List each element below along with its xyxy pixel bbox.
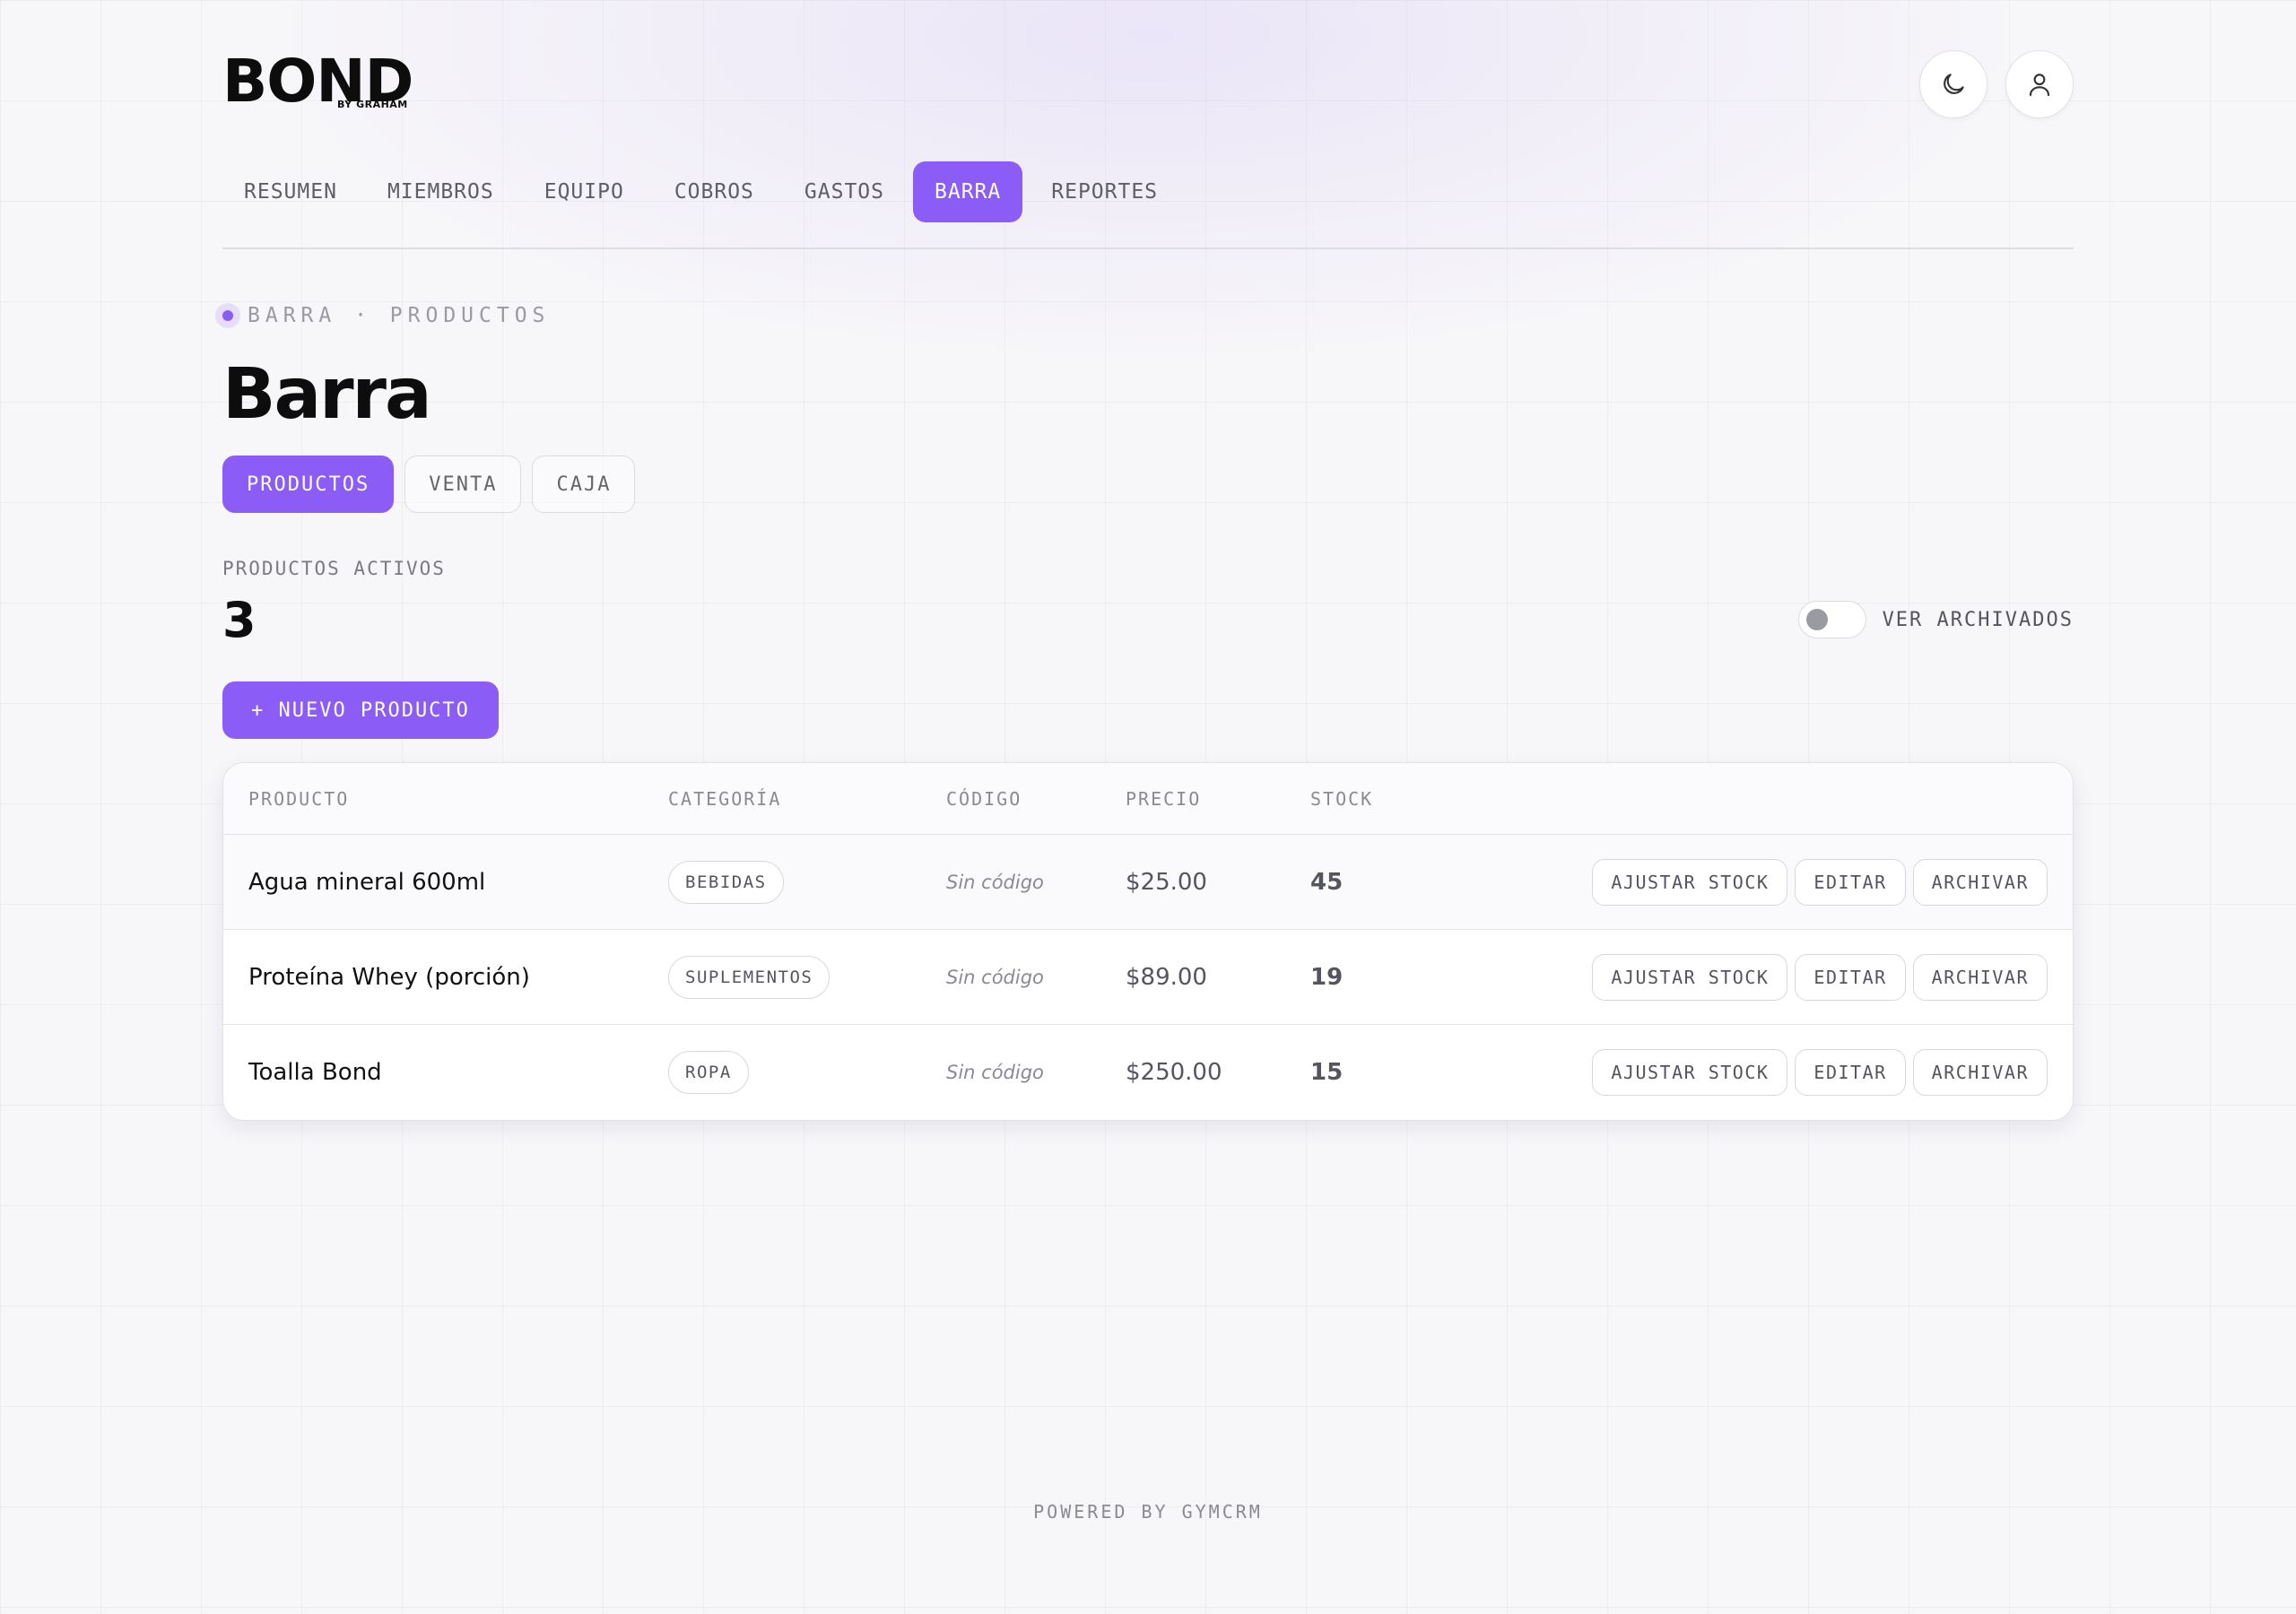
category-cell: SUPLEMENTOS <box>668 930 831 1025</box>
nav-item-cobros[interactable]: COBROS <box>653 161 776 222</box>
brand-sub: BY GRAHAM <box>337 99 408 110</box>
nav-divider <box>222 247 2074 249</box>
product-price: $250.00 <box>1126 1059 1222 1086</box>
product-code: Sin código <box>946 872 1044 893</box>
category-cell: BEBIDAS <box>668 835 784 930</box>
product-stock: 15 <box>1310 1059 1344 1086</box>
product-price: $89.00 <box>1126 964 1207 991</box>
theme-toggle-button[interactable] <box>1919 50 1987 118</box>
active-products-label: PRODUCTOS ACTIVOS <box>222 558 446 579</box>
products-table: PRODUCTO CATEGORÍA CÓDIGO PRECIO STOCK A… <box>222 762 2074 1121</box>
nav-item-resumen[interactable]: RESUMEN <box>222 161 359 222</box>
user-icon <box>2029 74 2050 97</box>
tab-productos[interactable]: PRODUCTOS <box>222 456 395 513</box>
nav-item-barra[interactable]: BARRA <box>913 161 1023 222</box>
row-actions: AJUSTAR STOCK EDITAR ARCHIVAR <box>1592 835 2048 930</box>
brand-logo[interactable]: BOND BY GRAHAM <box>222 50 420 115</box>
product-code: Sin código <box>946 967 1044 988</box>
column-header-product: PRODUCTO <box>248 788 350 810</box>
adjust-stock-button[interactable]: AJUSTAR STOCK <box>1592 859 1788 906</box>
nav-item-reportes[interactable]: REPORTES <box>1030 161 1179 222</box>
toggle-knob <box>1805 609 1828 630</box>
archived-toggle-label[interactable]: VER ARCHIVADOS <box>1883 609 2074 631</box>
product-price: $25.00 <box>1126 869 1207 896</box>
column-header-price: PRECIO <box>1126 788 1202 810</box>
archived-toggle[interactable] <box>1797 601 1866 638</box>
table-header: PRODUCTO CATEGORÍA CÓDIGO PRECIO STOCK <box>223 763 2073 835</box>
archived-toggle-group: VER ARCHIVADOS <box>1797 601 2074 638</box>
section-tabs: PRODUCTOS VENTA CAJA <box>222 456 636 513</box>
archive-button[interactable]: ARCHIVAR <box>1912 859 2048 906</box>
column-header-category: CATEGORÍA <box>668 788 782 810</box>
product-code: Sin código <box>946 1062 1044 1083</box>
nav-item-gastos[interactable]: GASTOS <box>783 161 906 222</box>
row-actions: AJUSTAR STOCK EDITAR ARCHIVAR <box>1592 930 2048 1025</box>
adjust-stock-button[interactable]: AJUSTAR STOCK <box>1592 1049 1788 1096</box>
new-product-button[interactable]: + NUEVO PRODUCTO <box>222 681 499 739</box>
breadcrumb: BARRA · PRODUCTOS <box>215 303 550 328</box>
row-actions: AJUSTAR STOCK EDITAR ARCHIVAR <box>1592 1025 2048 1120</box>
adjust-stock-button[interactable]: AJUSTAR STOCK <box>1592 954 1788 1001</box>
product-name: Agua mineral 600ml <box>248 869 486 896</box>
category-badge: BEBIDAS <box>668 861 784 904</box>
main-nav: RESUMEN MIEMBROS EQUIPO COBROS GASTOS BA… <box>222 161 1187 222</box>
category-badge: SUPLEMENTOS <box>668 956 831 999</box>
user-menu-button[interactable] <box>2005 50 2074 118</box>
table-row: Agua mineral 600ml BEBIDAS Sin código $2… <box>223 835 2073 930</box>
edit-button[interactable]: EDITAR <box>1795 859 1906 906</box>
category-cell: ROPA <box>668 1025 749 1120</box>
edit-button[interactable]: EDITAR <box>1795 954 1906 1001</box>
breadcrumb-text: BARRA · PRODUCTOS <box>248 304 551 327</box>
breadcrumb-dot-icon <box>215 303 240 328</box>
archive-button[interactable]: ARCHIVAR <box>1912 1049 2048 1096</box>
footer-powered-by: POWERED BY GYMCRM <box>1033 1501 1263 1523</box>
table-row: Toalla Bond ROPA Sin código $250.00 15 A… <box>223 1025 2073 1120</box>
product-stock: 45 <box>1310 869 1344 896</box>
active-products-count: 3 <box>222 592 257 648</box>
column-header-stock: STOCK <box>1310 788 1374 810</box>
product-name: Proteína Whey (porción) <box>248 964 530 991</box>
category-badge: ROPA <box>668 1051 749 1094</box>
product-stock: 19 <box>1310 964 1344 991</box>
archive-button[interactable]: ARCHIVAR <box>1912 954 2048 1001</box>
edit-button[interactable]: EDITAR <box>1795 1049 1906 1096</box>
column-header-code: CÓDIGO <box>946 788 1022 810</box>
tab-caja[interactable]: CAJA <box>532 456 636 513</box>
product-name: Toalla Bond <box>248 1059 382 1086</box>
moon-icon <box>1944 74 1964 94</box>
nav-item-equipo[interactable]: EQUIPO <box>523 161 646 222</box>
page-title: Barra <box>222 354 432 435</box>
nav-item-miembros[interactable]: MIEMBROS <box>366 161 516 222</box>
tab-venta[interactable]: VENTA <box>404 456 522 513</box>
table-row: Proteína Whey (porción) SUPLEMENTOS Sin … <box>223 930 2073 1025</box>
